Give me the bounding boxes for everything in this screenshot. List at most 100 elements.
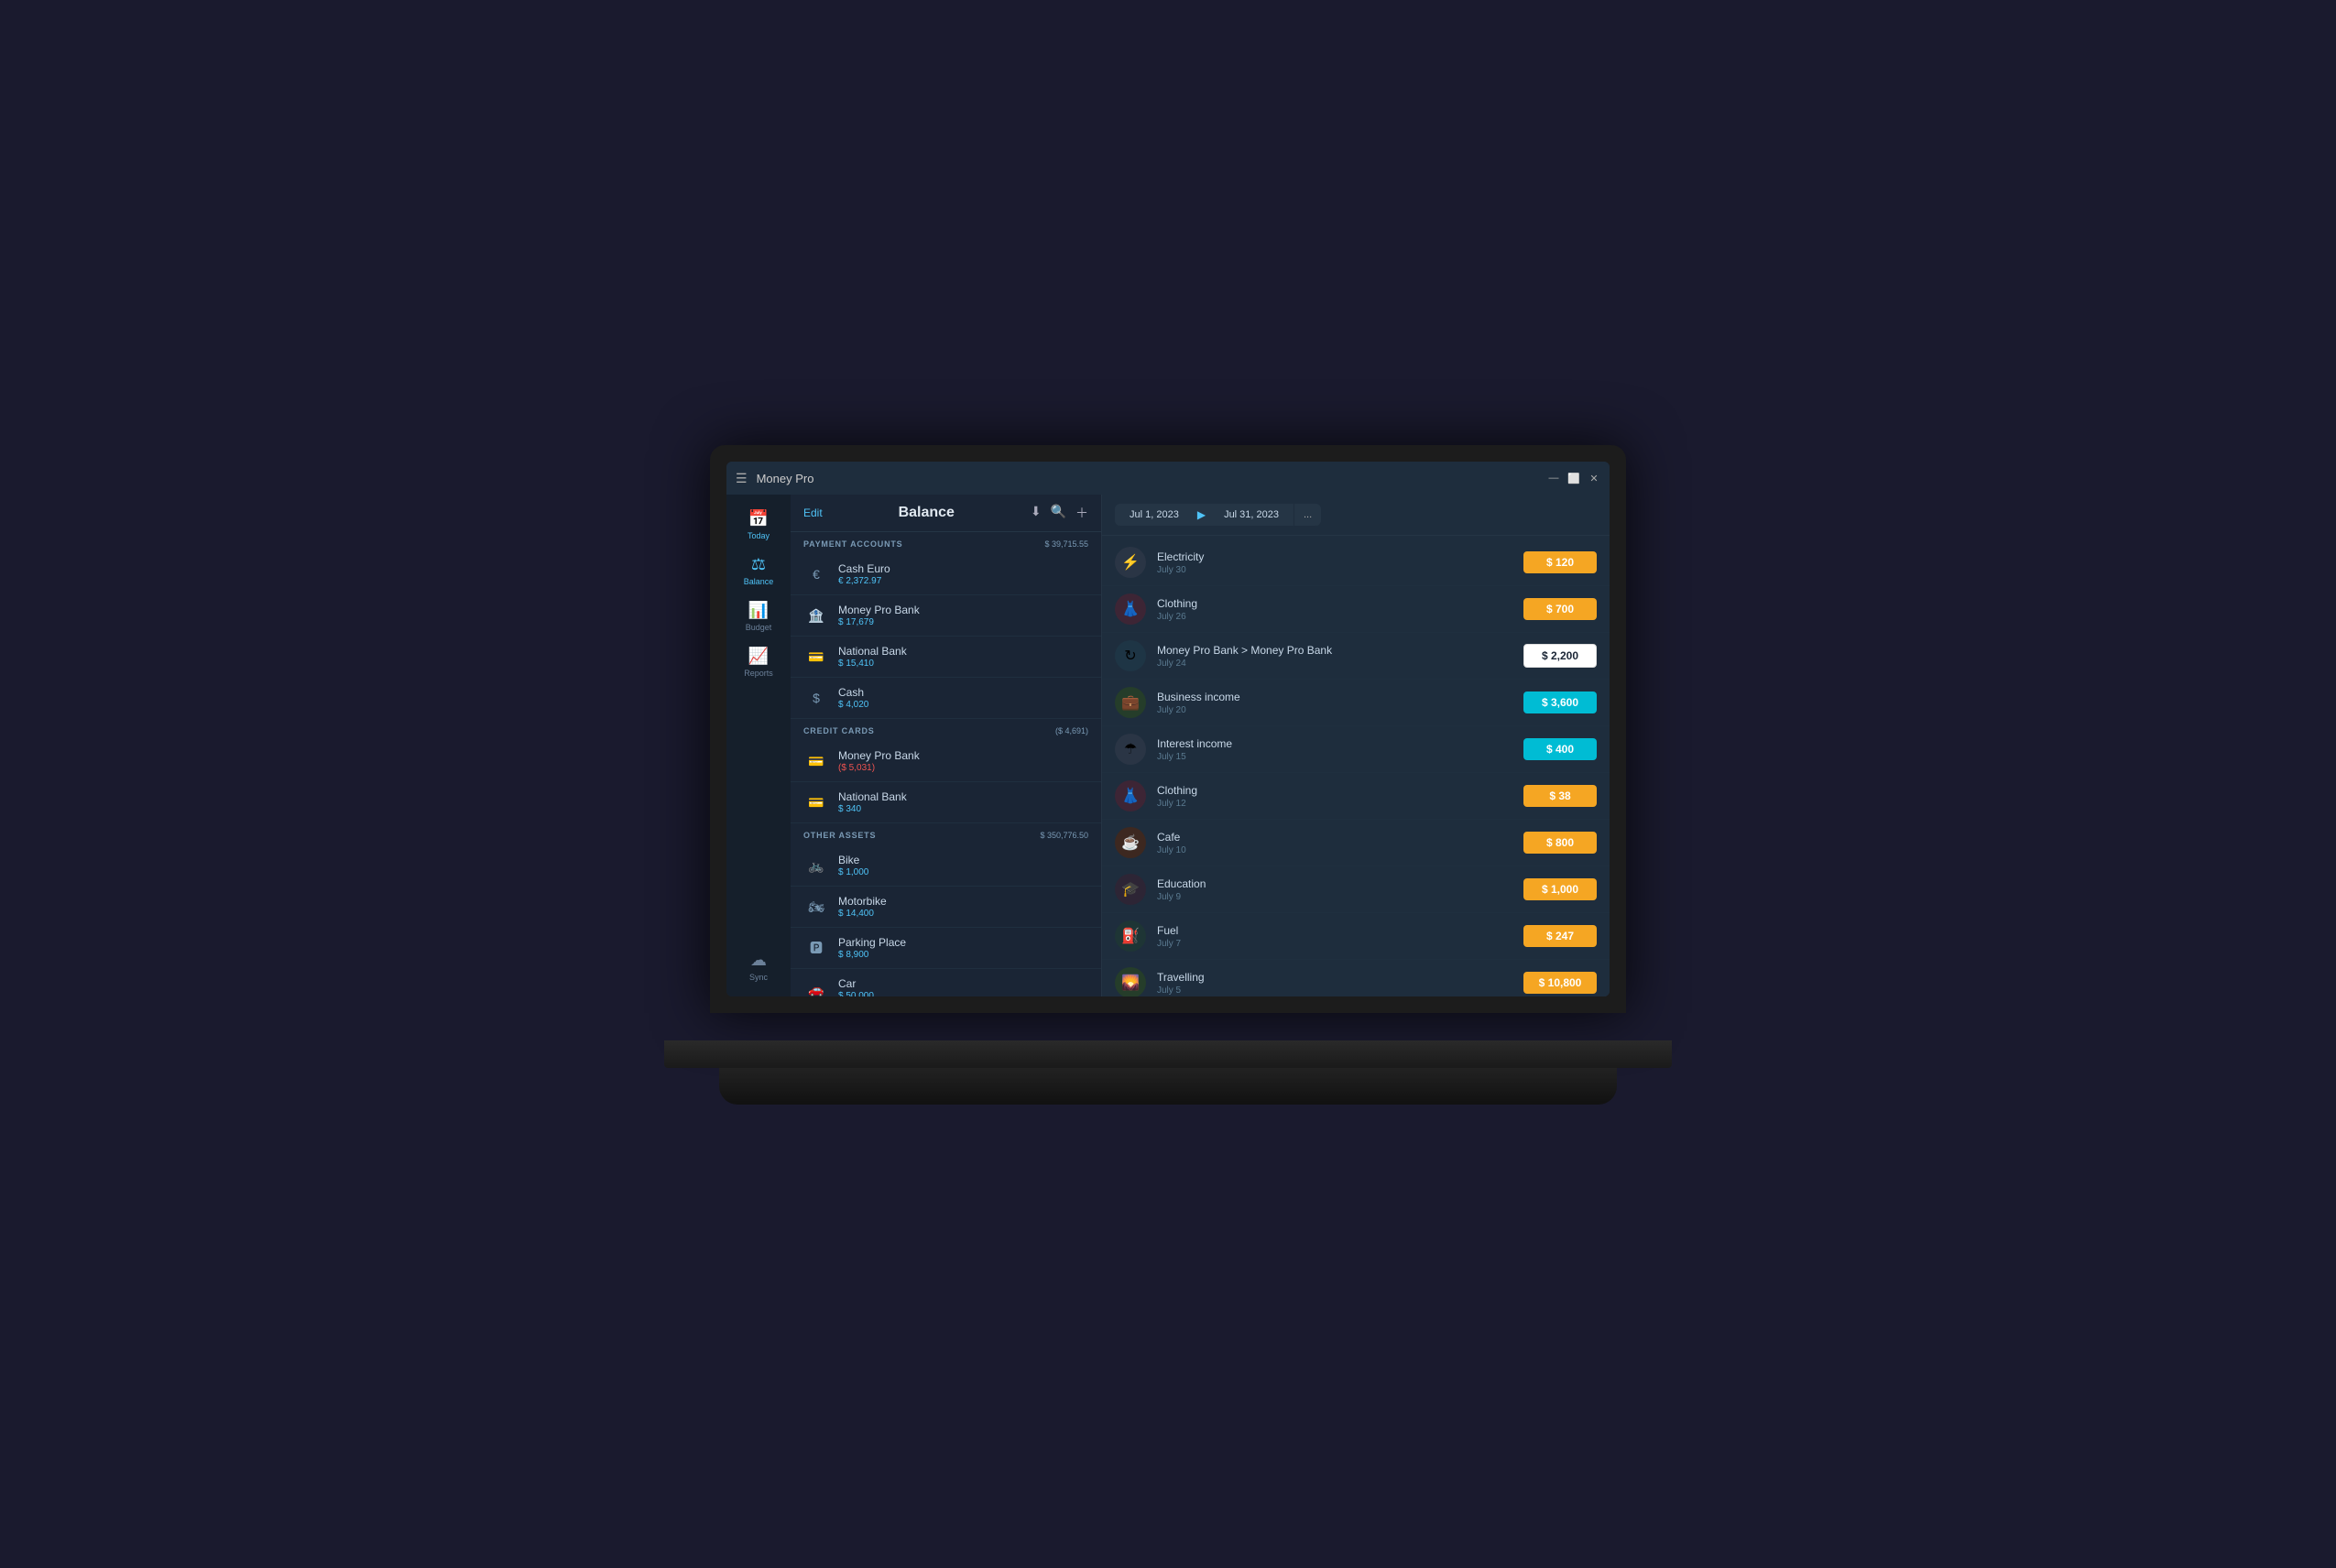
transaction-item[interactable]: 💼 Business income July 20 $ 3,600 [1102, 680, 1610, 726]
account-national-bank-payment[interactable]: 💳 National Bank $ 15,410 [791, 637, 1101, 678]
transaction-item[interactable]: 🌄 Travelling July 5 $ 10,800 [1102, 960, 1610, 996]
menu-icon[interactable]: ☰ [736, 471, 748, 486]
transaction-amount: $ 120 [1523, 551, 1597, 573]
account-car[interactable]: 🚗 Car $ 50,000 [791, 969, 1101, 996]
transaction-info: Cafe July 10 [1157, 831, 1523, 855]
motorbike-icon: 🏍 [803, 894, 829, 920]
transaction-name: Fuel [1157, 924, 1523, 937]
transaction-date: July 20 [1157, 705, 1523, 715]
transaction-item[interactable]: 👗 Clothing July 12 $ 38 [1102, 773, 1610, 820]
cash-icon: $ [803, 685, 829, 711]
budget-icon: 📊 [748, 601, 769, 620]
motorbike-balance: $ 14,400 [838, 909, 1088, 919]
sidebar-item-balance[interactable]: ⚖ Balance [726, 548, 791, 593]
money-pro-bank-payment-balance: $ 17,679 [838, 617, 1088, 627]
account-money-pro-bank-payment[interactable]: 🏦 Money Pro Bank $ 17,679 [791, 595, 1101, 637]
left-panel: Edit Balance ⬇ 🔍 ＋ PAYMENT ACCOUNTS [791, 495, 1102, 996]
transaction-date: July 9 [1157, 892, 1523, 902]
transaction-icon: 💼 [1115, 687, 1146, 718]
transaction-amount: $ 2,200 [1523, 644, 1597, 668]
transaction-item[interactable]: ⚡ Electricity July 30 $ 120 [1102, 539, 1610, 586]
today-icon: 📅 [748, 509, 769, 528]
account-national-bank-credit[interactable]: 💳 National Bank $ 340 [791, 782, 1101, 823]
add-icon[interactable]: ＋ [1075, 504, 1088, 522]
transaction-date: July 12 [1157, 799, 1523, 809]
laptop-base [664, 1040, 1672, 1068]
cash-euro-icon: € [803, 561, 829, 587]
sidebar-label-balance: Balance [744, 577, 774, 586]
title-bar: ☰ Money Pro — ⬜ ✕ [726, 462, 1610, 495]
transaction-icon: 🌄 [1115, 967, 1146, 996]
transaction-icon: ⛽ [1115, 920, 1146, 952]
money-pro-bank-payment-name: Money Pro Bank [838, 604, 1088, 616]
payment-accounts-header: PAYMENT ACCOUNTS $ 39,715.55 [791, 532, 1101, 554]
sidebar-label-reports: Reports [744, 669, 773, 678]
right-panel-header: Jul 1, 2023 ▶ Jul 31, 2023 ... [1102, 495, 1610, 536]
national-bank-credit-balance: $ 340 [838, 804, 1088, 814]
cash-name: Cash [838, 686, 1088, 699]
transaction-item[interactable]: 🎓 Education July 9 $ 1,000 [1102, 866, 1610, 913]
transaction-info: Business income July 20 [1157, 691, 1523, 715]
bike-icon: 🚲 [803, 853, 829, 878]
left-panel-header: Edit Balance ⬇ 🔍 ＋ [791, 495, 1101, 532]
cash-balance: $ 4,020 [838, 700, 1088, 710]
transaction-item[interactable]: ☕ Cafe July 10 $ 800 [1102, 820, 1610, 866]
transaction-info: Interest income July 15 [1157, 737, 1523, 762]
date-more-button[interactable]: ... [1294, 504, 1321, 526]
account-money-pro-bank-credit[interactable]: 💳 Money Pro Bank ($ 5,031) [791, 741, 1101, 782]
transaction-name: Interest income [1157, 737, 1523, 750]
transaction-amount: $ 3,600 [1523, 691, 1597, 713]
sidebar-item-reports[interactable]: 📈 Reports [726, 639, 791, 685]
transaction-name: Travelling [1157, 971, 1523, 984]
close-button[interactable]: ✕ [1588, 472, 1600, 485]
download-icon[interactable]: ⬇ [1031, 504, 1042, 522]
credit-cards-total: ($ 4,691) [1055, 726, 1088, 735]
header-icons: ⬇ 🔍 ＋ [1031, 504, 1088, 522]
payment-accounts-title: PAYMENT ACCOUNTS [803, 539, 902, 549]
sidebar-label-budget: Budget [746, 623, 772, 632]
transaction-amount: $ 800 [1523, 832, 1597, 854]
transaction-info: Clothing July 12 [1157, 784, 1523, 809]
account-motorbike[interactable]: 🏍 Motorbike $ 14,400 [791, 887, 1101, 928]
transaction-info: Electricity July 30 [1157, 550, 1523, 575]
balance-title: Balance [823, 505, 1031, 521]
transaction-info: Education July 9 [1157, 877, 1523, 902]
account-parking-place[interactable]: 🅿 Parking Place $ 8,900 [791, 928, 1101, 969]
transaction-item[interactable]: ↻ Money Pro Bank > Money Pro Bank July 2… [1102, 633, 1610, 680]
date-end-button[interactable]: Jul 31, 2023 [1209, 504, 1294, 526]
transaction-item[interactable]: ⛽ Fuel July 7 $ 247 [1102, 913, 1610, 960]
transaction-item[interactable]: ☂ Interest income July 15 $ 400 [1102, 726, 1610, 773]
account-cash-euro[interactable]: € Cash Euro € 2,372.97 [791, 554, 1101, 595]
account-bike[interactable]: 🚲 Bike $ 1,000 [791, 845, 1101, 887]
transaction-icon: ☂ [1115, 734, 1146, 765]
transaction-date: July 10 [1157, 845, 1523, 855]
transaction-info: Fuel July 7 [1157, 924, 1523, 949]
bike-name: Bike [838, 854, 1088, 866]
car-name: Car [838, 977, 1088, 990]
transaction-info: Money Pro Bank > Money Pro Bank July 24 [1157, 644, 1523, 669]
parking-balance: $ 8,900 [838, 950, 1088, 960]
date-arrow-icon: ▶ [1194, 508, 1209, 521]
account-cash[interactable]: $ Cash $ 4,020 [791, 678, 1101, 719]
parking-name: Parking Place [838, 936, 1088, 949]
balance-icon: ⚖ [751, 555, 766, 574]
sidebar: 📅 Today ⚖ Balance 📊 Budget 📈 Reports [726, 495, 791, 996]
transaction-name: Electricity [1157, 550, 1523, 563]
national-bank-payment-icon: 💳 [803, 644, 829, 670]
minimize-button[interactable]: — [1547, 472, 1560, 485]
transaction-name: Clothing [1157, 597, 1523, 610]
sidebar-item-budget[interactable]: 📊 Budget [726, 593, 791, 639]
national-bank-payment-name: National Bank [838, 645, 1088, 658]
edit-button[interactable]: Edit [803, 506, 823, 519]
accounts-scroll[interactable]: PAYMENT ACCOUNTS $ 39,715.55 € Cash Euro… [791, 532, 1101, 996]
transaction-item[interactable]: 👗 Clothing July 26 $ 700 [1102, 586, 1610, 633]
sidebar-item-sync[interactable]: ☁ Sync [726, 943, 791, 989]
transaction-info: Clothing July 26 [1157, 597, 1523, 622]
search-icon[interactable]: 🔍 [1051, 504, 1066, 522]
app-name: Money Pro [757, 472, 1547, 485]
transaction-icon: 👗 [1115, 780, 1146, 811]
date-start-button[interactable]: Jul 1, 2023 [1115, 504, 1194, 526]
transaction-amount: $ 10,800 [1523, 972, 1597, 994]
sidebar-item-today[interactable]: 📅 Today [726, 502, 791, 548]
maximize-button[interactable]: ⬜ [1567, 472, 1580, 485]
